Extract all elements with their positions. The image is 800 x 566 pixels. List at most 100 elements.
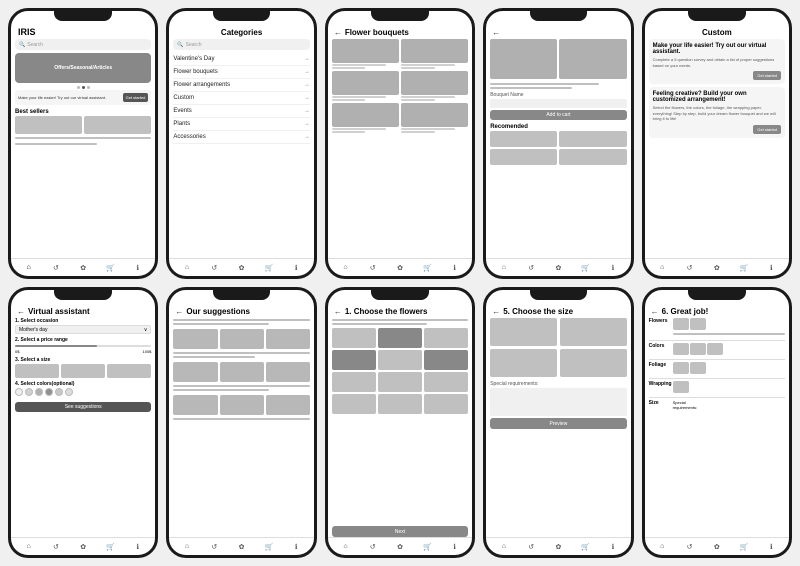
sugg-1[interactable] (173, 329, 217, 349)
next-button[interactable]: Next (332, 526, 468, 537)
nav-cart-7[interactable]: 🛒 (264, 542, 274, 552)
nav-flower-4[interactable]: ✿ (553, 263, 563, 273)
back-arrow-7[interactable]: ← (175, 307, 183, 316)
product-thumb-1[interactable] (15, 116, 82, 134)
size-opt-3[interactable] (490, 349, 557, 377)
nav-cart-5[interactable]: 🛒 (739, 263, 749, 273)
nav-cart-10[interactable]: 🛒 (739, 542, 749, 552)
color-2[interactable] (25, 388, 33, 396)
nav-home-7[interactable]: ⌂ (182, 542, 192, 552)
nav-refresh-8[interactable]: ↺ (368, 542, 378, 552)
product-4[interactable] (401, 71, 468, 101)
flower-12[interactable] (424, 394, 468, 414)
nav-refresh-5[interactable]: ↺ (685, 263, 695, 273)
nav-cart-9[interactable]: 🛒 (581, 542, 591, 552)
flower-4[interactable] (332, 350, 376, 370)
sugg-9[interactable] (266, 395, 310, 415)
nav-home-2[interactable]: ⌂ (182, 263, 192, 273)
nav-refresh-7[interactable]: ↺ (209, 542, 219, 552)
rec-item-4[interactable] (559, 149, 626, 165)
nav-flower-10[interactable]: ✿ (712, 542, 722, 552)
occasion-dropdown[interactable]: Mother's day ∨ (15, 325, 151, 334)
product-3[interactable] (332, 71, 399, 101)
nav-info-10[interactable]: ℹ (766, 542, 776, 552)
nav-home-1[interactable]: ⌂ (24, 263, 34, 273)
nav-home-10[interactable]: ⌂ (657, 542, 667, 552)
color-5[interactable] (55, 388, 63, 396)
nav-info-6[interactable]: ℹ (133, 542, 143, 552)
product-1[interactable] (332, 39, 399, 69)
nav-home-9[interactable]: ⌂ (499, 542, 509, 552)
sugg-6[interactable] (266, 362, 310, 382)
flower-6[interactable] (424, 350, 468, 370)
nav-info-9[interactable]: ℹ (608, 542, 618, 552)
nav-home-6[interactable]: ⌂ (24, 542, 34, 552)
search-bar-2[interactable]: 🔍 Search (173, 39, 309, 50)
sugg-4[interactable] (173, 362, 217, 382)
color-4[interactable] (45, 388, 53, 396)
flower-3[interactable] (424, 328, 468, 348)
flower-8[interactable] (378, 372, 422, 392)
back-arrow-9[interactable]: ← (492, 307, 500, 316)
nav-cart-2[interactable]: 🛒 (264, 263, 274, 273)
back-arrow-6[interactable]: ← (17, 307, 25, 316)
size-medium[interactable] (61, 364, 105, 378)
bouquet-name-input[interactable] (490, 99, 626, 108)
nav-cart-6[interactable]: 🛒 (105, 542, 115, 552)
nav-info-1[interactable]: ℹ (133, 263, 143, 273)
nav-info-5[interactable]: ℹ (766, 263, 776, 273)
rec-item-2[interactable] (559, 131, 626, 147)
nav-cart-8[interactable]: 🛒 (422, 542, 432, 552)
see-suggestions-button[interactable]: See suggestions (15, 402, 151, 412)
nav-refresh-10[interactable]: ↺ (685, 542, 695, 552)
nav-flower-6[interactable]: ✿ (78, 542, 88, 552)
nav-refresh-6[interactable]: ↺ (51, 542, 61, 552)
category-arrangements[interactable]: Flower arrangements → (173, 79, 309, 92)
nav-flower-2[interactable]: ✿ (237, 263, 247, 273)
flower-1[interactable] (332, 328, 376, 348)
nav-flower-3[interactable]: ✿ (395, 263, 405, 273)
sugg-8[interactable] (220, 395, 264, 415)
product-thumb-2[interactable] (84, 116, 151, 134)
size-opt-4[interactable] (560, 349, 627, 377)
product-5[interactable] (332, 103, 399, 133)
price-slider[interactable] (15, 345, 151, 347)
nav-refresh-3[interactable]: ↺ (368, 263, 378, 273)
nav-home-4[interactable]: ⌂ (499, 263, 509, 273)
flower-10[interactable] (332, 394, 376, 414)
color-1[interactable] (15, 388, 23, 396)
nav-flower-9[interactable]: ✿ (553, 542, 563, 552)
nav-flower-5[interactable]: ✿ (712, 263, 722, 273)
size-opt-2[interactable] (560, 318, 627, 346)
back-arrow-4[interactable]: ← (492, 28, 500, 37)
flower-2[interactable] (378, 328, 422, 348)
preview-button[interactable]: Preview (490, 418, 626, 429)
size-large[interactable] (107, 364, 151, 378)
category-events[interactable]: Events → (173, 105, 309, 118)
color-6[interactable] (65, 388, 73, 396)
nav-cart-1[interactable]: 🛒 (105, 263, 115, 273)
nav-refresh-1[interactable]: ↺ (51, 263, 61, 273)
nav-flower-1[interactable]: ✿ (78, 263, 88, 273)
search-bar-1[interactable]: 🔍 Search (15, 39, 151, 50)
nav-home-3[interactable]: ⌂ (340, 263, 350, 273)
back-arrow-3[interactable]: ← (334, 28, 342, 37)
rec-item-3[interactable] (490, 149, 557, 165)
nav-home-8[interactable]: ⌂ (340, 542, 350, 552)
nav-info-2[interactable]: ℹ (291, 263, 301, 273)
flower-11[interactable] (378, 394, 422, 414)
nav-info-7[interactable]: ℹ (291, 542, 301, 552)
size-small[interactable] (15, 364, 59, 378)
nav-refresh-9[interactable]: ↺ (526, 542, 536, 552)
nav-cart-3[interactable]: 🛒 (422, 263, 432, 273)
product-6[interactable] (401, 103, 468, 133)
rec-item-1[interactable] (490, 131, 557, 147)
nav-cart-4[interactable]: 🛒 (581, 263, 591, 273)
flower-5[interactable] (378, 350, 422, 370)
category-valentines[interactable]: Valentine's Day → (173, 53, 309, 66)
nav-home-5[interactable]: ⌂ (657, 263, 667, 273)
get-started-btn-1[interactable]: Get started (753, 71, 781, 80)
back-arrow-10[interactable]: ← (651, 307, 659, 316)
get-started-btn-2[interactable]: Get started (753, 125, 781, 134)
product-2[interactable] (401, 39, 468, 69)
